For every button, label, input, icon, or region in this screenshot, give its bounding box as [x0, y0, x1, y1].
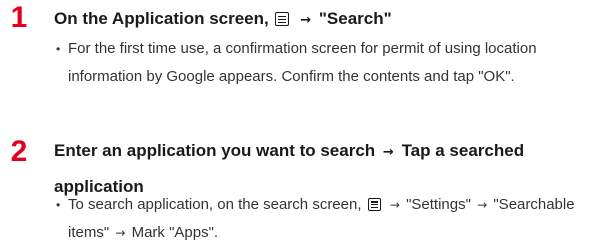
bullet-icon: •	[56, 42, 61, 56]
bullet-icon: •	[56, 198, 61, 212]
note: • To search application, on the search s…	[56, 191, 593, 247]
arrow-icon: →	[300, 13, 312, 28]
step-number: 1	[10, 1, 28, 34]
note-text: "Settings"	[406, 196, 471, 213]
note: • For the first time use, a confirmation…	[56, 35, 593, 91]
note-text: To search application, on the search scr…	[68, 196, 362, 213]
step-title-text: Enter an application you want to search	[54, 141, 376, 160]
step-title: On the Application screen, → "Search"	[54, 2, 594, 38]
step-title-text: On the Application screen,	[54, 9, 269, 28]
arrow-icon: →	[382, 145, 394, 160]
arrow-icon: →	[389, 198, 400, 212]
note-text: For the first time use, a confirmation s…	[68, 40, 537, 85]
menu-icon	[275, 12, 290, 26]
note-text: Mark "Apps".	[131, 224, 219, 241]
step-title-text: "Search"	[318, 9, 392, 28]
arrow-icon: →	[477, 198, 488, 212]
step-number: 2	[10, 135, 28, 168]
arrow-icon: →	[115, 226, 126, 240]
menu-icon	[367, 198, 381, 211]
